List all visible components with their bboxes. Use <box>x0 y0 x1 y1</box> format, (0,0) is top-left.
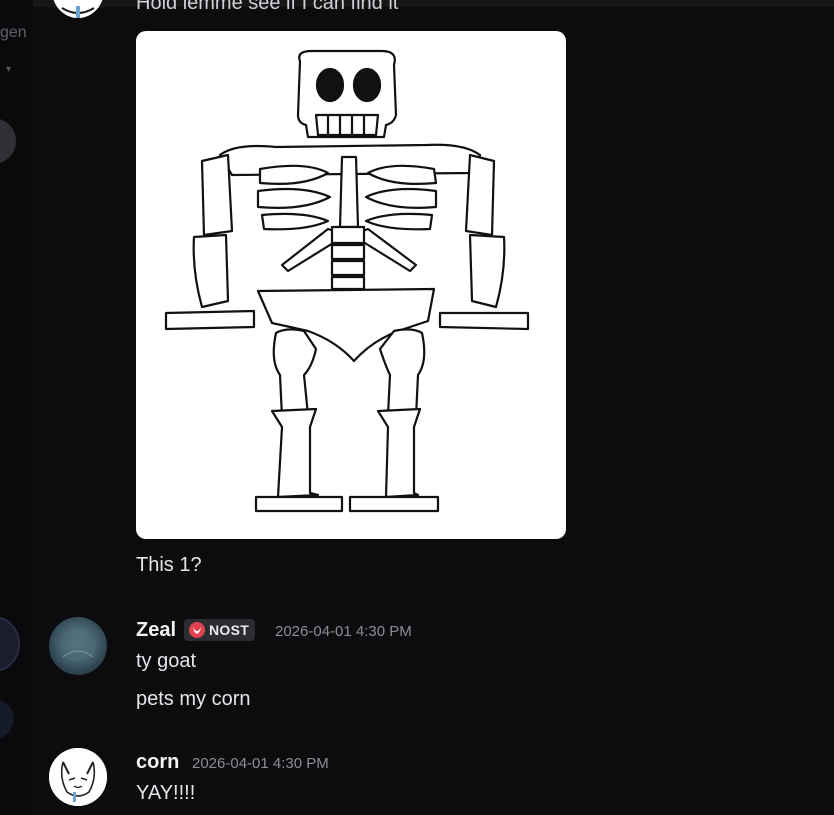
avatar[interactable] <box>49 617 107 675</box>
guild-tag-badge[interactable]: NOST <box>184 619 256 641</box>
flame-icon <box>189 622 205 638</box>
message-text: ty goat <box>136 650 197 672</box>
timestamp: 2026-04-01 4:30 PM <box>192 755 329 772</box>
badge-label: NOST <box>209 622 250 638</box>
member-avatar[interactable] <box>0 118 16 164</box>
channel-name-fragment[interactable]: gen <box>0 24 27 42</box>
message-text: This 1? <box>136 554 202 576</box>
sidebar-strip: gen ▾ <box>0 0 34 815</box>
member-avatar[interactable] <box>0 616 20 672</box>
member-avatar[interactable] <box>0 698 14 740</box>
username[interactable]: corn <box>136 751 179 774</box>
avatar[interactable] <box>49 748 107 806</box>
timestamp: 2026-04-01 4:30 PM <box>275 623 412 640</box>
chevron-down-icon[interactable]: ▾ <box>6 64 11 75</box>
username[interactable]: Zeal <box>136 619 176 642</box>
avatar[interactable] <box>52 0 104 18</box>
message-text: Hold lemme see if I can find it <box>136 0 399 14</box>
image-attachment[interactable] <box>136 31 566 539</box>
message-text: YAY!!!! <box>136 782 196 804</box>
skeleton-drawing-icon <box>164 49 530 513</box>
message-text: pets my corn <box>136 688 251 710</box>
